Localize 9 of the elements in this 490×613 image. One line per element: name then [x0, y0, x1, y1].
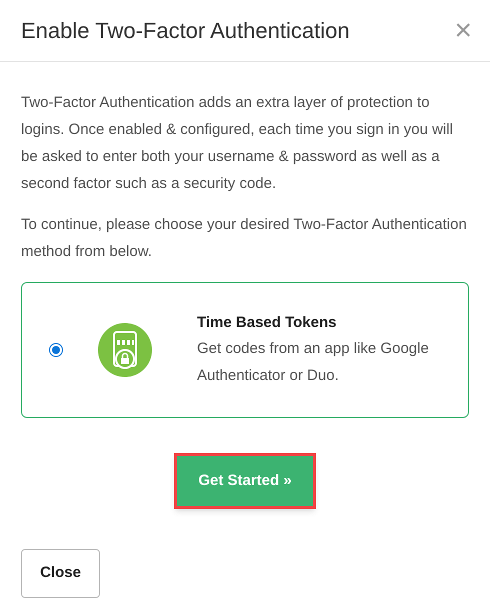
method-title: Time Based Tokens — [197, 313, 338, 333]
phone-lock-icon — [98, 323, 152, 377]
method-description: Get codes from an app like Google Authenticator or Duo. — [197, 339, 430, 386]
description-text: To continue, please choose your desired Two-Factor Authentication method from below. — [21, 215, 468, 262]
method-card[interactable]: Time Based Tokens Get codes from an app like Google Authenticator or Duo. — [21, 282, 469, 418]
description-text: Two-Factor Authentication adds an extra layer of protection to logins. Once enabled & configured, each time you sign in you will be asked to enter both your username & password as well as a second factor such as a security code. — [21, 93, 454, 194]
dialog-title: Enable Two-Factor Authentication — [21, 17, 350, 45]
radio-button[interactable] — [49, 343, 63, 357]
close-button[interactable]: Close — [21, 549, 100, 598]
